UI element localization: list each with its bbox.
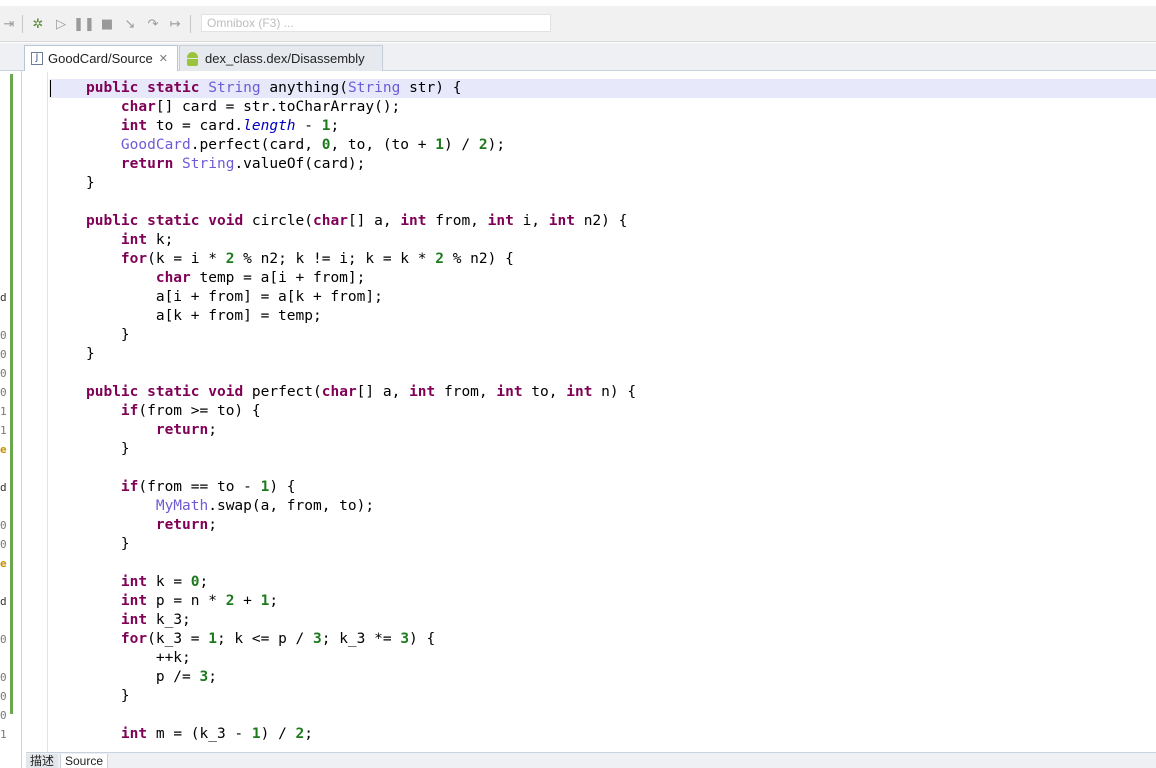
android-icon xyxy=(186,51,199,66)
tab-label: GoodCard/Source xyxy=(48,51,153,66)
code-line[interactable] xyxy=(26,459,636,478)
left-panel-mark: d xyxy=(0,482,7,494)
code-editor[interactable]: public static String anything(String str… xyxy=(26,72,1156,752)
code-line[interactable]: a[i + from] = a[k + from]; xyxy=(26,288,636,307)
code-line[interactable]: p /= 3; xyxy=(26,668,636,687)
java-file-icon: J xyxy=(31,52,43,65)
left-panel-indicator xyxy=(10,74,13,714)
left-panel-mark: 0 xyxy=(0,539,7,551)
code-line[interactable]: return; xyxy=(26,516,636,535)
code-line[interactable]: char temp = a[i + from]; xyxy=(26,269,636,288)
code-line[interactable]: char[] card = str.toCharArray(); xyxy=(26,98,636,117)
left-panel-mark: 0 xyxy=(0,520,7,532)
omnibox-input[interactable] xyxy=(201,14,551,32)
left-panel-mark: d xyxy=(0,596,7,608)
code-line[interactable]: int m = (k_3 - 1) / 2; xyxy=(26,725,636,744)
code-line[interactable]: int k = 0; xyxy=(26,573,636,592)
code-line[interactable] xyxy=(26,706,636,725)
step-icon[interactable]: ⇥ xyxy=(0,15,18,33)
editor-tab-bar: J GoodCard/Source ✕ dex_class.dex/Disass… xyxy=(0,43,1156,71)
code-line[interactable] xyxy=(26,554,636,573)
tab-label: dex_class.dex/Disassembly xyxy=(205,51,365,66)
code-line[interactable]: int p = n * 2 + 1; xyxy=(26,592,636,611)
left-panel-mark: 0 xyxy=(0,368,7,380)
code-line[interactable]: public static String anything(String str… xyxy=(26,79,636,98)
code-line[interactable]: } xyxy=(26,345,636,364)
left-panel-mark: d xyxy=(0,292,7,304)
left-panel-mark: 1 xyxy=(0,425,7,437)
code-line[interactable]: } xyxy=(26,535,636,554)
toolbar-separator xyxy=(190,15,191,33)
left-panel-mark: 0 xyxy=(0,634,7,646)
left-panel-mark: e xyxy=(0,444,7,456)
resume-icon[interactable]: ▷ xyxy=(52,15,70,33)
code-line[interactable]: for(k = i * 2 % n2; k != i; k = k * 2 % … xyxy=(26,250,636,269)
code-line[interactable]: int k; xyxy=(26,231,636,250)
tab-dex-disassembly[interactable]: dex_class.dex/Disassembly xyxy=(179,45,383,71)
code-line[interactable]: return String.valueOf(card); xyxy=(26,155,636,174)
code-line[interactable]: ++k; xyxy=(26,649,636,668)
code-line[interactable]: } xyxy=(26,174,636,193)
code-text[interactable]: public static String anything(String str… xyxy=(26,79,636,744)
left-panel-mark: 0 xyxy=(0,330,7,342)
tab-description[interactable]: 描述 xyxy=(26,754,59,768)
code-line[interactable] xyxy=(26,364,636,383)
code-line[interactable]: return; xyxy=(26,421,636,440)
code-line[interactable]: a[k + from] = temp; xyxy=(26,307,636,326)
code-line[interactable]: } xyxy=(26,326,636,345)
left-panel: 1 d 0 0 0 0 1 1 e d 0 0 e d 0 0 0 0 1 xyxy=(0,44,22,768)
debug-icon[interactable]: ✲ xyxy=(29,15,47,33)
left-panel-mark: e xyxy=(0,558,7,570)
code-line[interactable]: GoodCard.perfect(card, 0, to, (to + 1) /… xyxy=(26,136,636,155)
step-over-icon[interactable]: ↷ xyxy=(144,15,162,33)
code-line[interactable]: public static void perfect(char[] a, int… xyxy=(26,383,636,402)
bottom-tab-bar: 描述 Source xyxy=(26,752,1156,768)
close-icon[interactable]: ✕ xyxy=(159,52,168,65)
code-line[interactable]: int to = card.length - 1; xyxy=(26,117,636,136)
step-into-icon[interactable]: ↘ xyxy=(121,15,139,33)
stop-icon[interactable]: ■ xyxy=(98,15,116,33)
code-line[interactable]: public static void circle(char[] a, int … xyxy=(26,212,636,231)
toolbar-separator xyxy=(22,15,23,33)
code-line[interactable]: } xyxy=(26,440,636,459)
left-panel-mark: 0 xyxy=(0,349,7,361)
left-panel-mark: 0 xyxy=(0,387,7,399)
left-panel-mark: 0 xyxy=(0,710,7,722)
code-line[interactable]: } xyxy=(26,687,636,706)
code-line[interactable] xyxy=(26,193,636,212)
code-line[interactable]: if(from >= to) { xyxy=(26,402,636,421)
left-panel-mark: 0 xyxy=(0,691,7,703)
left-panel-mark: 0 xyxy=(0,672,7,684)
toolbar: ⇥ ✲ ▷ ❚❚ ■ ↘ ↷ ↦ xyxy=(0,6,1156,42)
code-line[interactable]: int k_3; xyxy=(26,611,636,630)
code-line[interactable]: MyMath.swap(a, from, to); xyxy=(26,497,636,516)
tab-goodcard-source[interactable]: J GoodCard/Source ✕ xyxy=(24,45,178,71)
code-line[interactable]: if(from == to - 1) { xyxy=(26,478,636,497)
step-return-icon[interactable]: ↦ xyxy=(166,15,184,33)
left-panel-mark: 1 xyxy=(0,729,7,741)
tab-source[interactable]: Source xyxy=(60,754,109,768)
code-line[interactable]: for(k_3 = 1; k <= p / 3; k_3 *= 3) { xyxy=(26,630,636,649)
left-panel-mark: 1 xyxy=(0,406,7,418)
suspend-icon[interactable]: ❚❚ xyxy=(73,15,95,33)
